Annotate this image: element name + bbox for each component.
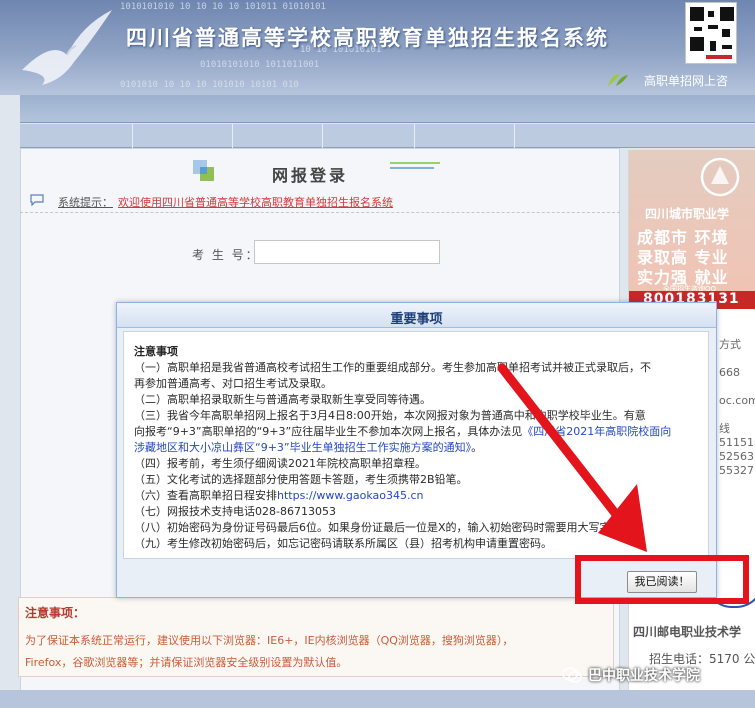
ad-school-name: 四川城市职业学 xyxy=(645,207,730,221)
header-binary-decor: 1010101010 10 10 10 10 101011 01010101 xyxy=(120,2,326,12)
notice-line: （四）报考前，考生须仔细阅读2021年院校高职单招章程。 xyxy=(134,457,426,470)
ad-fragment: 52563 xyxy=(719,450,754,463)
schedule-link[interactable]: https://www.gaokao345.cn xyxy=(277,489,424,502)
ad-fragment: 668 xyxy=(719,366,740,379)
notice-line: 再参加普通高考、对口招生考试及录取。 xyxy=(134,377,332,390)
header-binary-decor: 01010101010 1011011001 xyxy=(200,60,320,70)
header-binary-decor: 0101010 10 10 10 101010 10101 010 xyxy=(120,80,299,90)
ad-fragment: 线 xyxy=(719,422,730,435)
tips-title: 注意事项： xyxy=(25,606,86,620)
system-notice: 系统提示： 欢迎使用四川省普通高等学校高职教育单独招生报名系统 xyxy=(28,192,618,212)
wechat-icon xyxy=(562,667,582,683)
portal-link-row[interactable]: 高职单招网上咨 xyxy=(600,70,755,92)
ad-banner-top[interactable]: 四川城市职业学 成都市 环境 录取高 专业 实力强 就业 全国招生咨询QQ xyxy=(629,150,755,302)
notice-line: （八）初始密码为身份证号码最后6位。如果身份证最后一位是X的，输入初始密码时需要… xyxy=(134,521,641,534)
tips-line: 为了保证本系统正常运行，建议使用以下浏览器：IE6+，IE内核浏览器（QQ浏览器… xyxy=(25,634,514,647)
login-cube-icon xyxy=(193,160,214,181)
exam-number-input[interactable] xyxy=(254,240,440,264)
nav-menu-item[interactable] xyxy=(132,124,232,148)
ad-school-name-2: 四川邮电职业技术学 xyxy=(633,625,742,639)
notice-line: （九）考生修改初始密码后，如忘记密码请联系所属区（县）招考机构申请重置密码。 xyxy=(134,537,552,550)
policy-link[interactable]: 《四川省2021年高职院校面向 xyxy=(522,425,671,438)
notice-label: 系统提示： xyxy=(58,196,113,209)
ad-fragment xyxy=(719,352,755,366)
exam-number-label: 考 生 号： xyxy=(192,248,260,262)
nav-menu-item[interactable] xyxy=(514,124,614,148)
ad-fragment xyxy=(719,408,755,422)
divider xyxy=(20,212,620,213)
notice-line: （三）我省今年高职单招网上报名于3月4日8:00开始，本次网报对象为普通高中和中… xyxy=(134,409,646,422)
qr-code-icon xyxy=(685,2,737,64)
dialog-header: 重要事项 xyxy=(117,303,716,328)
important-notice-dialog: 重要事项 注意事项 （一）高职单招是我省普通高校考试招生工作的重要组成部分。考生… xyxy=(116,302,717,598)
login-heading: 网报登录 xyxy=(272,166,349,185)
ad-fragment: 方式 xyxy=(719,338,741,351)
dialog-footer: 我已阅读！ xyxy=(117,561,716,597)
school-emblem-icon xyxy=(700,157,740,197)
notice-line: （五）文化考试的选择题部分使用答题卡答题，考生须携带2B铅笔。 xyxy=(134,473,468,486)
watermark-text: 巴中职业技术学院 xyxy=(588,668,700,684)
portal-link[interactable]: 高职单招网上咨 xyxy=(644,72,728,89)
decorative-lines-icon xyxy=(390,162,440,169)
nav-menu-item[interactable] xyxy=(414,124,514,148)
nav-bar-top xyxy=(20,95,755,123)
dialog-title: 重要事项 xyxy=(390,312,443,327)
ad-contact-fragments: 方式 668 oc.com 线 51151 52563 55327 xyxy=(719,338,755,478)
ad-fragment: 55327 xyxy=(719,464,754,477)
policy-link[interactable]: 涉藏地区和大小凉山彝区“9+3”毕业生单独招生工作实施方案的通知》 xyxy=(134,441,471,454)
ad-fragment xyxy=(719,380,755,394)
notice-heading: 注意事项 xyxy=(134,345,178,358)
leaf-icon xyxy=(608,74,628,86)
nav-menu-item[interactable] xyxy=(322,124,414,148)
footer-band xyxy=(0,690,755,708)
ad-fragment: 51151 xyxy=(719,436,754,449)
ad-fragment: oc.com xyxy=(719,394,755,407)
browser-tips-box: 注意事项： 为了保证本系统正常运行，建议使用以下浏览器：IE6+，IE内核浏览器… xyxy=(18,597,614,677)
dialog-body: 注意事项 （一）高职单招是我省普通高校考试招生工作的重要组成部分。考生参加高职单… xyxy=(123,331,709,559)
notice-line: 涉藏地区和大小凉山彝区“9+3”毕业生单独招生工作实施方案的通知》。 xyxy=(134,439,482,455)
notice-text: 向报考“9+3”高职单招的“9+3”应往届毕业生不参加本次网上报名，具体办法见 xyxy=(134,425,523,438)
notice-line: （七）网报技术支持电话028-86713053 xyxy=(134,505,336,518)
notice-line: （二）高职单招录取新生与普通高考录取新生享受同等待遇。 xyxy=(134,393,431,406)
notice-link[interactable]: 欢迎使用四川省普通高等学校高职教育单独招生报名系统 xyxy=(118,194,393,210)
notice-line: 向报考“9+3”高职单招的“9+3”应往届毕业生不参加本次网上报名，具体办法见《… xyxy=(134,423,671,439)
notice-line: （一）高职单招是我省普通高校考试招生工作的重要组成部分。考生参加高职单招考试并被… xyxy=(134,361,651,374)
site-title: 四川省普通高等学校高职教育单独招生报名系统 xyxy=(126,25,609,50)
notice-line: （六）查看高职单招日程安排https://www.gaokao345.cn xyxy=(134,487,424,503)
chat-bubble-icon xyxy=(30,194,44,206)
notice-text: （六）查看高职单招日程安排 xyxy=(134,489,277,502)
site-header: 1010101010 10 10 10 10 101011 01010101 0… xyxy=(0,0,755,95)
seagull-logo xyxy=(22,10,112,85)
notice-text: 。 xyxy=(471,441,483,454)
nav-bar-menu xyxy=(20,124,755,148)
confirm-read-button[interactable]: 我已阅读！ xyxy=(627,571,697,593)
nav-menu-item[interactable] xyxy=(232,124,322,148)
tips-line: Firefox，谷歌浏览器等；并请保证浏览器安全级别设置为默认值。 xyxy=(25,656,348,669)
